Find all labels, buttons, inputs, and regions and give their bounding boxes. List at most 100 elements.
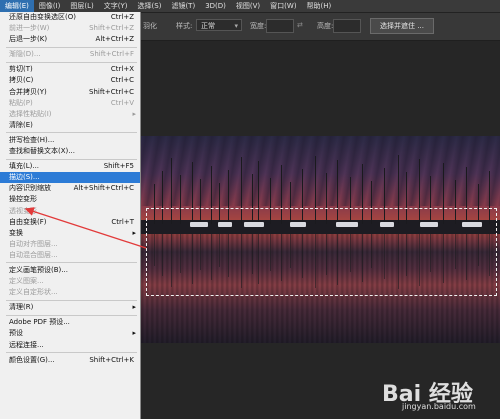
edit-menu-item[interactable]: 清除(E)	[0, 120, 140, 131]
menu-item-label: 自动混合图层...	[9, 250, 58, 259]
edit-menu-item[interactable]: 变换 ▸	[0, 228, 140, 239]
edit-menu-item[interactable]: 渐隐(D)... Shift+Ctrl+F	[0, 49, 140, 60]
menu-item-shortcut: Alt+Shift+Ctrl+C	[73, 184, 134, 193]
edit-menu-item[interactable]: 颜色设置(G)... Shift+Ctrl+K	[0, 355, 140, 366]
menu-item-9[interactable]: 帮助(H)	[302, 0, 337, 12]
edit-menu-item[interactable]: 定义自定形状...	[0, 287, 140, 298]
menu-item-1[interactable]: 图像(I)	[34, 0, 66, 12]
height-input[interactable]	[333, 19, 361, 33]
edit-menu-item[interactable]: 描边(S)...	[0, 172, 140, 184]
edit-menu-item[interactable]: 拷贝(C) Ctrl+C	[0, 75, 140, 86]
edit-menu-item[interactable]: 选择性粘贴(I) ▸	[0, 109, 140, 120]
menu-separator	[6, 262, 137, 264]
menu-item-label: 查找和替换文本(X)...	[9, 147, 75, 156]
menu-item-7[interactable]: 视图(V)	[231, 0, 265, 12]
menu-item-label: 定义图案...	[9, 277, 44, 286]
edit-menu-item[interactable]: 粘贴(P) Ctrl+V	[0, 98, 140, 109]
menu-separator	[6, 314, 137, 316]
edit-menu-item[interactable]: 远程连接...	[0, 340, 140, 351]
menu-item-label: 定义画笔预设(B)...	[9, 265, 68, 274]
submenu-arrow-icon: ▸	[132, 228, 136, 237]
style-label: 样式:	[176, 22, 193, 30]
menu-item-label: 后退一步(K)	[9, 35, 48, 44]
menu-item-6[interactable]: 3D(D)	[200, 0, 231, 12]
swap-arrows-icon[interactable]: ⇄	[297, 21, 303, 29]
menu-item-shortcut: Ctrl+T	[111, 217, 134, 226]
menu-item-0[interactable]: 编辑(E)	[0, 0, 34, 12]
sky-clouds	[140, 136, 500, 206]
edit-menu-item[interactable]: 定义图案...	[0, 276, 140, 287]
menu-separator	[6, 61, 137, 63]
feather-label: 羽化	[143, 22, 157, 30]
menu-item-shortcut: Alt+Ctrl+Z	[95, 35, 134, 44]
width-input[interactable]	[266, 19, 294, 33]
menu-item-label: 选择性粘贴(I)	[9, 109, 52, 118]
width-label: 宽度:	[250, 22, 267, 30]
edit-menu-item[interactable]: Adobe PDF 预设...	[0, 317, 140, 328]
watermark-url: jingyan.baidu.com	[402, 402, 476, 411]
edit-menu-item[interactable]: 自动混合图层...	[0, 250, 140, 261]
menu-item-shortcut: Ctrl+V	[110, 98, 134, 107]
menu-item-2[interactable]: 图层(L)	[65, 0, 98, 12]
menu-item-label: 预设	[9, 329, 23, 338]
edit-menu-item[interactable]: 拼写检查(H)...	[0, 135, 140, 146]
edit-menu-item[interactable]: 合并拷贝(Y) Shift+Ctrl+C	[0, 87, 140, 98]
menu-item-label: 自由变换(F)	[9, 217, 47, 226]
menu-item-4[interactable]: 选择(S)	[133, 0, 167, 12]
menu-item-shortcut: Ctrl+C	[110, 76, 134, 85]
menu-item-label: 内容识别缩放	[9, 184, 51, 193]
menu-item-shortcut: Ctrl+Z	[110, 13, 134, 21]
menu-item-label: 拷贝(C)	[9, 76, 34, 85]
menu-separator	[6, 158, 137, 160]
menu-item-8[interactable]: 窗口(W)	[265, 0, 301, 12]
edit-menu-item[interactable]: 还原自由变换选区(O) Ctrl+Z	[0, 12, 140, 23]
menu-item-5[interactable]: 滤镜(T)	[166, 0, 200, 12]
menu-item-label: 自动对齐图层...	[9, 239, 58, 248]
menu-separator	[6, 46, 137, 48]
menu-item-label: 清除(E)	[9, 120, 33, 129]
menu-item-3[interactable]: 文字(Y)	[99, 0, 133, 12]
menu-item-shortcut: Shift+Ctrl+K	[89, 355, 134, 364]
edit-menu-item[interactable]: 自由变换(F) Ctrl+T	[0, 217, 140, 228]
menu-item-label: 合并拷贝(Y)	[9, 87, 47, 96]
menu-item-label: 拼写检查(H)...	[9, 135, 55, 144]
edit-menu-item[interactable]: 自动对齐图层...	[0, 239, 140, 250]
menu-item-shortcut: Shift+Ctrl+C	[89, 87, 134, 96]
edit-menu-item[interactable]: 剪切(T) Ctrl+X	[0, 64, 140, 75]
edit-menu-item[interactable]: 查找和替换文本(X)...	[0, 146, 140, 157]
submenu-arrow-icon: ▸	[132, 109, 136, 118]
menu-item-label: Adobe PDF 预设...	[9, 318, 70, 327]
menu-item-label: 操控变形	[9, 195, 37, 204]
style-select[interactable]: 正常 ▾	[196, 19, 242, 31]
menu-item-label: 还原自由变换选区(O)	[9, 13, 76, 21]
edit-menu-item[interactable]: 清理(R) ▸	[0, 302, 140, 313]
menu-separator	[6, 299, 137, 301]
edit-menu-dropdown: 还原自由变换选区(O) Ctrl+Z 前进一步(W) Shift+Ctrl+Z 后退一步…	[0, 12, 141, 419]
chevron-down-icon: ▾	[234, 22, 238, 30]
edit-menu-item[interactable]: 透视变形	[0, 206, 140, 217]
menu-item-label: 渐隐(D)...	[9, 50, 41, 59]
edit-menu-item[interactable]: 定义画笔预设(B)...	[0, 265, 140, 276]
menu-item-label: 前进一步(W)	[9, 24, 50, 33]
submenu-arrow-icon: ▸	[132, 329, 136, 338]
menu-item-shortcut: Shift+Ctrl+F	[89, 50, 134, 59]
menu-item-label: 透视变形	[9, 206, 37, 215]
menu-item-label: 填充(L)...	[9, 162, 40, 171]
menu-item-label: 远程连接...	[9, 340, 44, 349]
edit-menu-item[interactable]: 操控变形	[0, 194, 140, 205]
selection-marquee[interactable]	[146, 208, 497, 296]
submenu-arrow-icon: ▸	[132, 303, 136, 312]
edit-menu-item[interactable]: 预设 ▸	[0, 328, 140, 339]
height-label: 高度:	[317, 22, 334, 30]
edit-menu-item[interactable]: 后退一步(K) Alt+Ctrl+Z	[0, 34, 140, 45]
select-and-mask-button[interactable]: 选择并遮住 ...	[370, 18, 434, 34]
menu-item-shortcut: Shift+Ctrl+Z	[89, 24, 134, 33]
menu-separator	[6, 132, 137, 134]
menu-item-shortcut: Ctrl+X	[110, 65, 134, 74]
edit-menu-item[interactable]: 内容识别缩放 Alt+Shift+Ctrl+C	[0, 183, 140, 194]
menu-item-label: 定义自定形状...	[9, 288, 58, 297]
menu-item-label: 剪切(T)	[9, 65, 33, 74]
edit-menu-item[interactable]: 前进一步(W) Shift+Ctrl+Z	[0, 23, 140, 34]
menu-item-label: 粘贴(P)	[9, 98, 33, 107]
edit-menu-item[interactable]: 填充(L)... Shift+F5	[0, 161, 140, 172]
